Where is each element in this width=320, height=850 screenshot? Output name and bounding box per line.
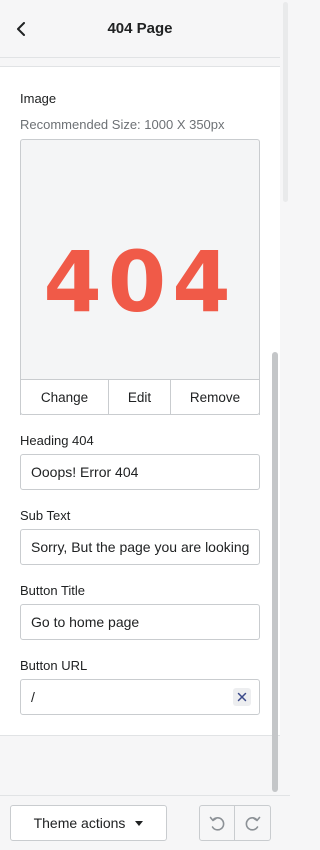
redo-icon: [245, 816, 260, 831]
settings-panel: Image Recommended Size: 1000 X 350px 404…: [0, 66, 280, 736]
clear-url-button[interactable]: [233, 688, 251, 706]
button-url-label: Button URL: [20, 658, 88, 673]
theme-actions-button[interactable]: Theme actions: [10, 805, 167, 841]
image-preview: 404: [20, 139, 260, 415]
outer-scrollbar-thumb[interactable]: [283, 2, 288, 202]
theme-actions-label: Theme actions: [33, 815, 126, 831]
image-actions: Change Edit Remove: [20, 379, 260, 415]
undo-icon: [209, 816, 225, 831]
undo-redo-group: [199, 805, 271, 841]
image-404-graphic: 404: [43, 232, 237, 331]
back-button[interactable]: [10, 17, 32, 41]
panel-header: 404 Page: [0, 0, 280, 58]
redo-button[interactable]: [235, 806, 270, 840]
change-image-button[interactable]: Change: [21, 380, 109, 414]
image-size-hint: Recommended Size: 1000 X 350px: [20, 117, 225, 132]
footer-bar: Theme actions: [0, 795, 290, 850]
remove-image-button[interactable]: Remove: [171, 380, 259, 414]
button-title-input[interactable]: Go to home page: [20, 604, 260, 640]
button-url-input[interactable]: /: [20, 679, 260, 715]
heading-input[interactable]: Ooops! Error 404: [20, 454, 260, 490]
sub-text-label: Sub Text: [20, 508, 71, 523]
close-icon: [237, 692, 247, 702]
button-url-value: /: [31, 689, 35, 705]
edit-image-button[interactable]: Edit: [109, 380, 171, 414]
image-label: Image: [20, 91, 57, 106]
heading-label: Heading 404: [20, 433, 94, 448]
caret-down-icon: [135, 820, 144, 826]
button-title-label: Button Title: [20, 583, 86, 598]
sub-text-input[interactable]: Sorry, But the page you are looking: [20, 529, 260, 565]
panel-scrollbar-thumb[interactable]: [272, 352, 278, 792]
page-title: 404 Page: [107, 20, 173, 37]
undo-button[interactable]: [200, 806, 235, 840]
chevron-left-icon: [17, 22, 25, 36]
